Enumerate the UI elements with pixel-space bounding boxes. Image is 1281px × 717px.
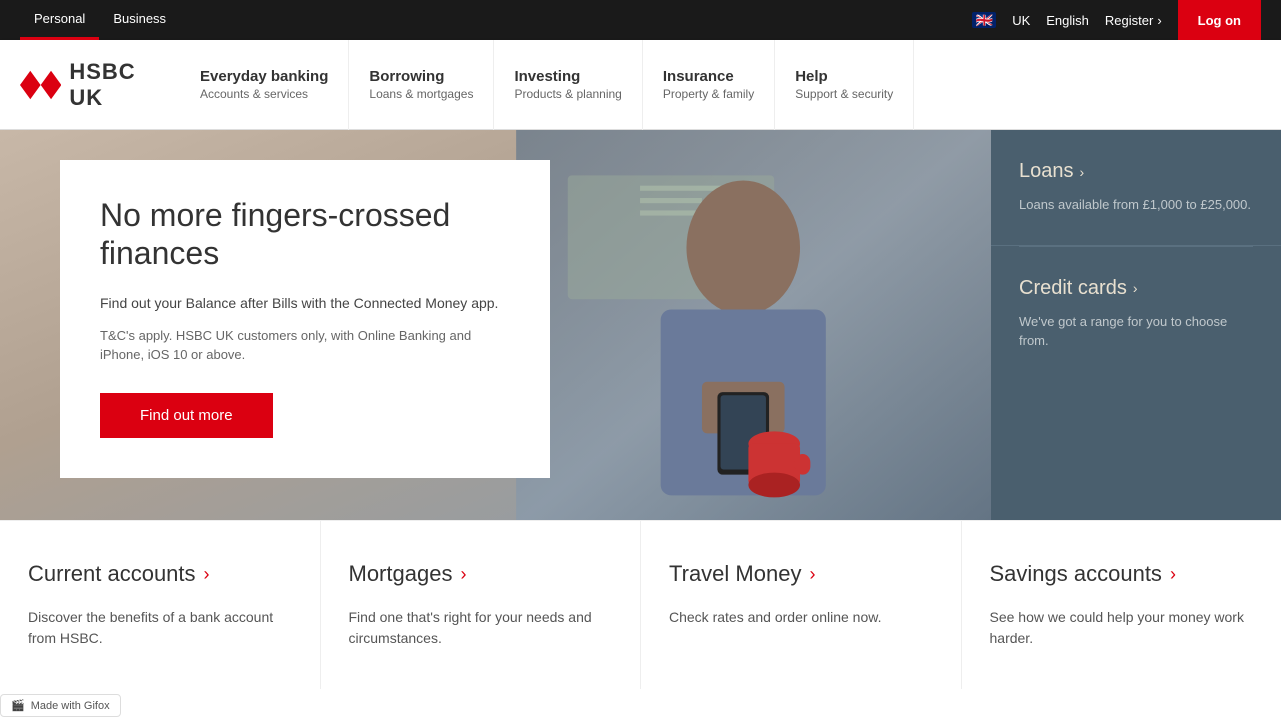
hsbc-diamond-icon — [20, 66, 61, 104]
current-accounts-card[interactable]: Current accounts › Discover the benefits… — [0, 521, 321, 689]
top-bar-nav: Personal Business — [20, 0, 180, 40]
gifox-badge: 🎬 Made with Gifox — [0, 694, 121, 717]
register-label: Register — [1105, 13, 1153, 28]
bottom-cards: Current accounts › Discover the benefits… — [0, 520, 1281, 689]
hero-desc: Find out your Balance after Bills with t… — [100, 293, 510, 314]
business-link[interactable]: Business — [99, 0, 180, 40]
loans-chevron-icon: › — [1080, 164, 1085, 180]
nav-item-main-help: Help — [795, 68, 893, 85]
logo-area: HSBC UK — [20, 59, 150, 111]
nav-item-sub-investing: Products & planning — [514, 87, 621, 101]
credit-cards-sidebar-item[interactable]: Credit cards › We've got a range for you… — [991, 247, 1281, 381]
gifox-label: Made with Gifox — [31, 700, 110, 712]
personal-link[interactable]: Personal — [20, 0, 99, 40]
nav-items: Everyday banking Accounts & services Bor… — [180, 40, 914, 130]
language-link[interactable]: English — [1046, 13, 1089, 28]
credit-cards-desc: We've got a range for you to choose from… — [1019, 312, 1253, 351]
nav-item-sub-borrowing: Loans & mortgages — [369, 87, 473, 101]
logon-button[interactable]: Log on — [1178, 0, 1261, 40]
nav-item-investing[interactable]: Investing Products & planning — [494, 40, 642, 130]
hero-card: No more fingers-crossed finances Find ou… — [60, 160, 550, 478]
nav-item-main-everyday: Everyday banking — [200, 68, 328, 85]
nav-item-everyday-banking[interactable]: Everyday banking Accounts & services — [180, 40, 349, 130]
mortgages-arrow-icon: › — [460, 564, 466, 585]
savings-accounts-title: Savings accounts › — [990, 561, 1254, 587]
uk-region-link[interactable]: UK — [1012, 13, 1030, 28]
top-bar-right: 🇬🇧 UK English Register › Log on — [972, 0, 1261, 40]
nav-item-main-insurance: Insurance — [663, 68, 754, 85]
mortgages-title: Mortgages › — [349, 561, 613, 587]
logo-text: HSBC UK — [69, 59, 150, 111]
travel-money-card[interactable]: Travel Money › Check rates and order onl… — [641, 521, 962, 689]
nav-item-sub-everyday: Accounts & services — [200, 87, 328, 101]
current-accounts-desc: Discover the benefits of a bank account … — [28, 607, 292, 649]
savings-accounts-arrow-icon: › — [1170, 564, 1176, 585]
hero-title: No more fingers-crossed finances — [100, 196, 510, 273]
top-bar: Personal Business 🇬🇧 UK English Register… — [0, 0, 1281, 40]
loans-title: Loans › — [1019, 160, 1253, 183]
nav-item-help[interactable]: Help Support & security — [775, 40, 914, 130]
register-chevron-icon: › — [1157, 13, 1161, 28]
nav-item-sub-insurance: Property & family — [663, 87, 754, 101]
loans-sidebar-item[interactable]: Loans › Loans available from £1,000 to £… — [991, 130, 1281, 246]
main-nav: HSBC UK Everyday banking Accounts & serv… — [0, 40, 1281, 130]
gifox-icon: 🎬 — [11, 699, 25, 712]
mortgages-card[interactable]: Mortgages › Find one that's right for yo… — [321, 521, 642, 689]
uk-flag-icon: 🇬🇧 — [972, 12, 996, 28]
nav-item-main-investing: Investing — [514, 68, 621, 85]
travel-money-title: Travel Money › — [669, 561, 933, 587]
nav-item-borrowing[interactable]: Borrowing Loans & mortgages — [349, 40, 494, 130]
savings-accounts-card[interactable]: Savings accounts › See how we could help… — [962, 521, 1281, 689]
mortgages-desc: Find one that's right for your needs and… — [349, 607, 613, 649]
hsbc-logo[interactable]: HSBC UK — [20, 59, 150, 111]
nav-item-sub-help: Support & security — [795, 87, 893, 101]
find-out-more-button[interactable]: Find out more — [100, 393, 273, 438]
travel-money-desc: Check rates and order online now. — [669, 607, 933, 628]
register-link[interactable]: Register › — [1105, 13, 1162, 28]
credit-chevron-icon: › — [1133, 280, 1138, 296]
travel-money-arrow-icon: › — [809, 564, 815, 585]
hero-sidebar: Loans › Loans available from £1,000 to £… — [991, 130, 1281, 520]
credit-cards-title: Credit cards › — [1019, 277, 1253, 300]
hero-desc2: T&C's apply. HSBC UK customers only, wit… — [100, 326, 510, 365]
nav-item-insurance[interactable]: Insurance Property & family — [643, 40, 775, 130]
savings-accounts-desc: See how we could help your money work ha… — [990, 607, 1254, 649]
hero-image: No more fingers-crossed finances Find ou… — [0, 130, 991, 520]
nav-item-main-borrowing: Borrowing — [369, 68, 473, 85]
current-accounts-arrow-icon: › — [204, 564, 210, 585]
hero-section: No more fingers-crossed finances Find ou… — [0, 130, 1281, 520]
loans-desc: Loans available from £1,000 to £25,000. — [1019, 195, 1253, 215]
current-accounts-title: Current accounts › — [28, 561, 292, 587]
